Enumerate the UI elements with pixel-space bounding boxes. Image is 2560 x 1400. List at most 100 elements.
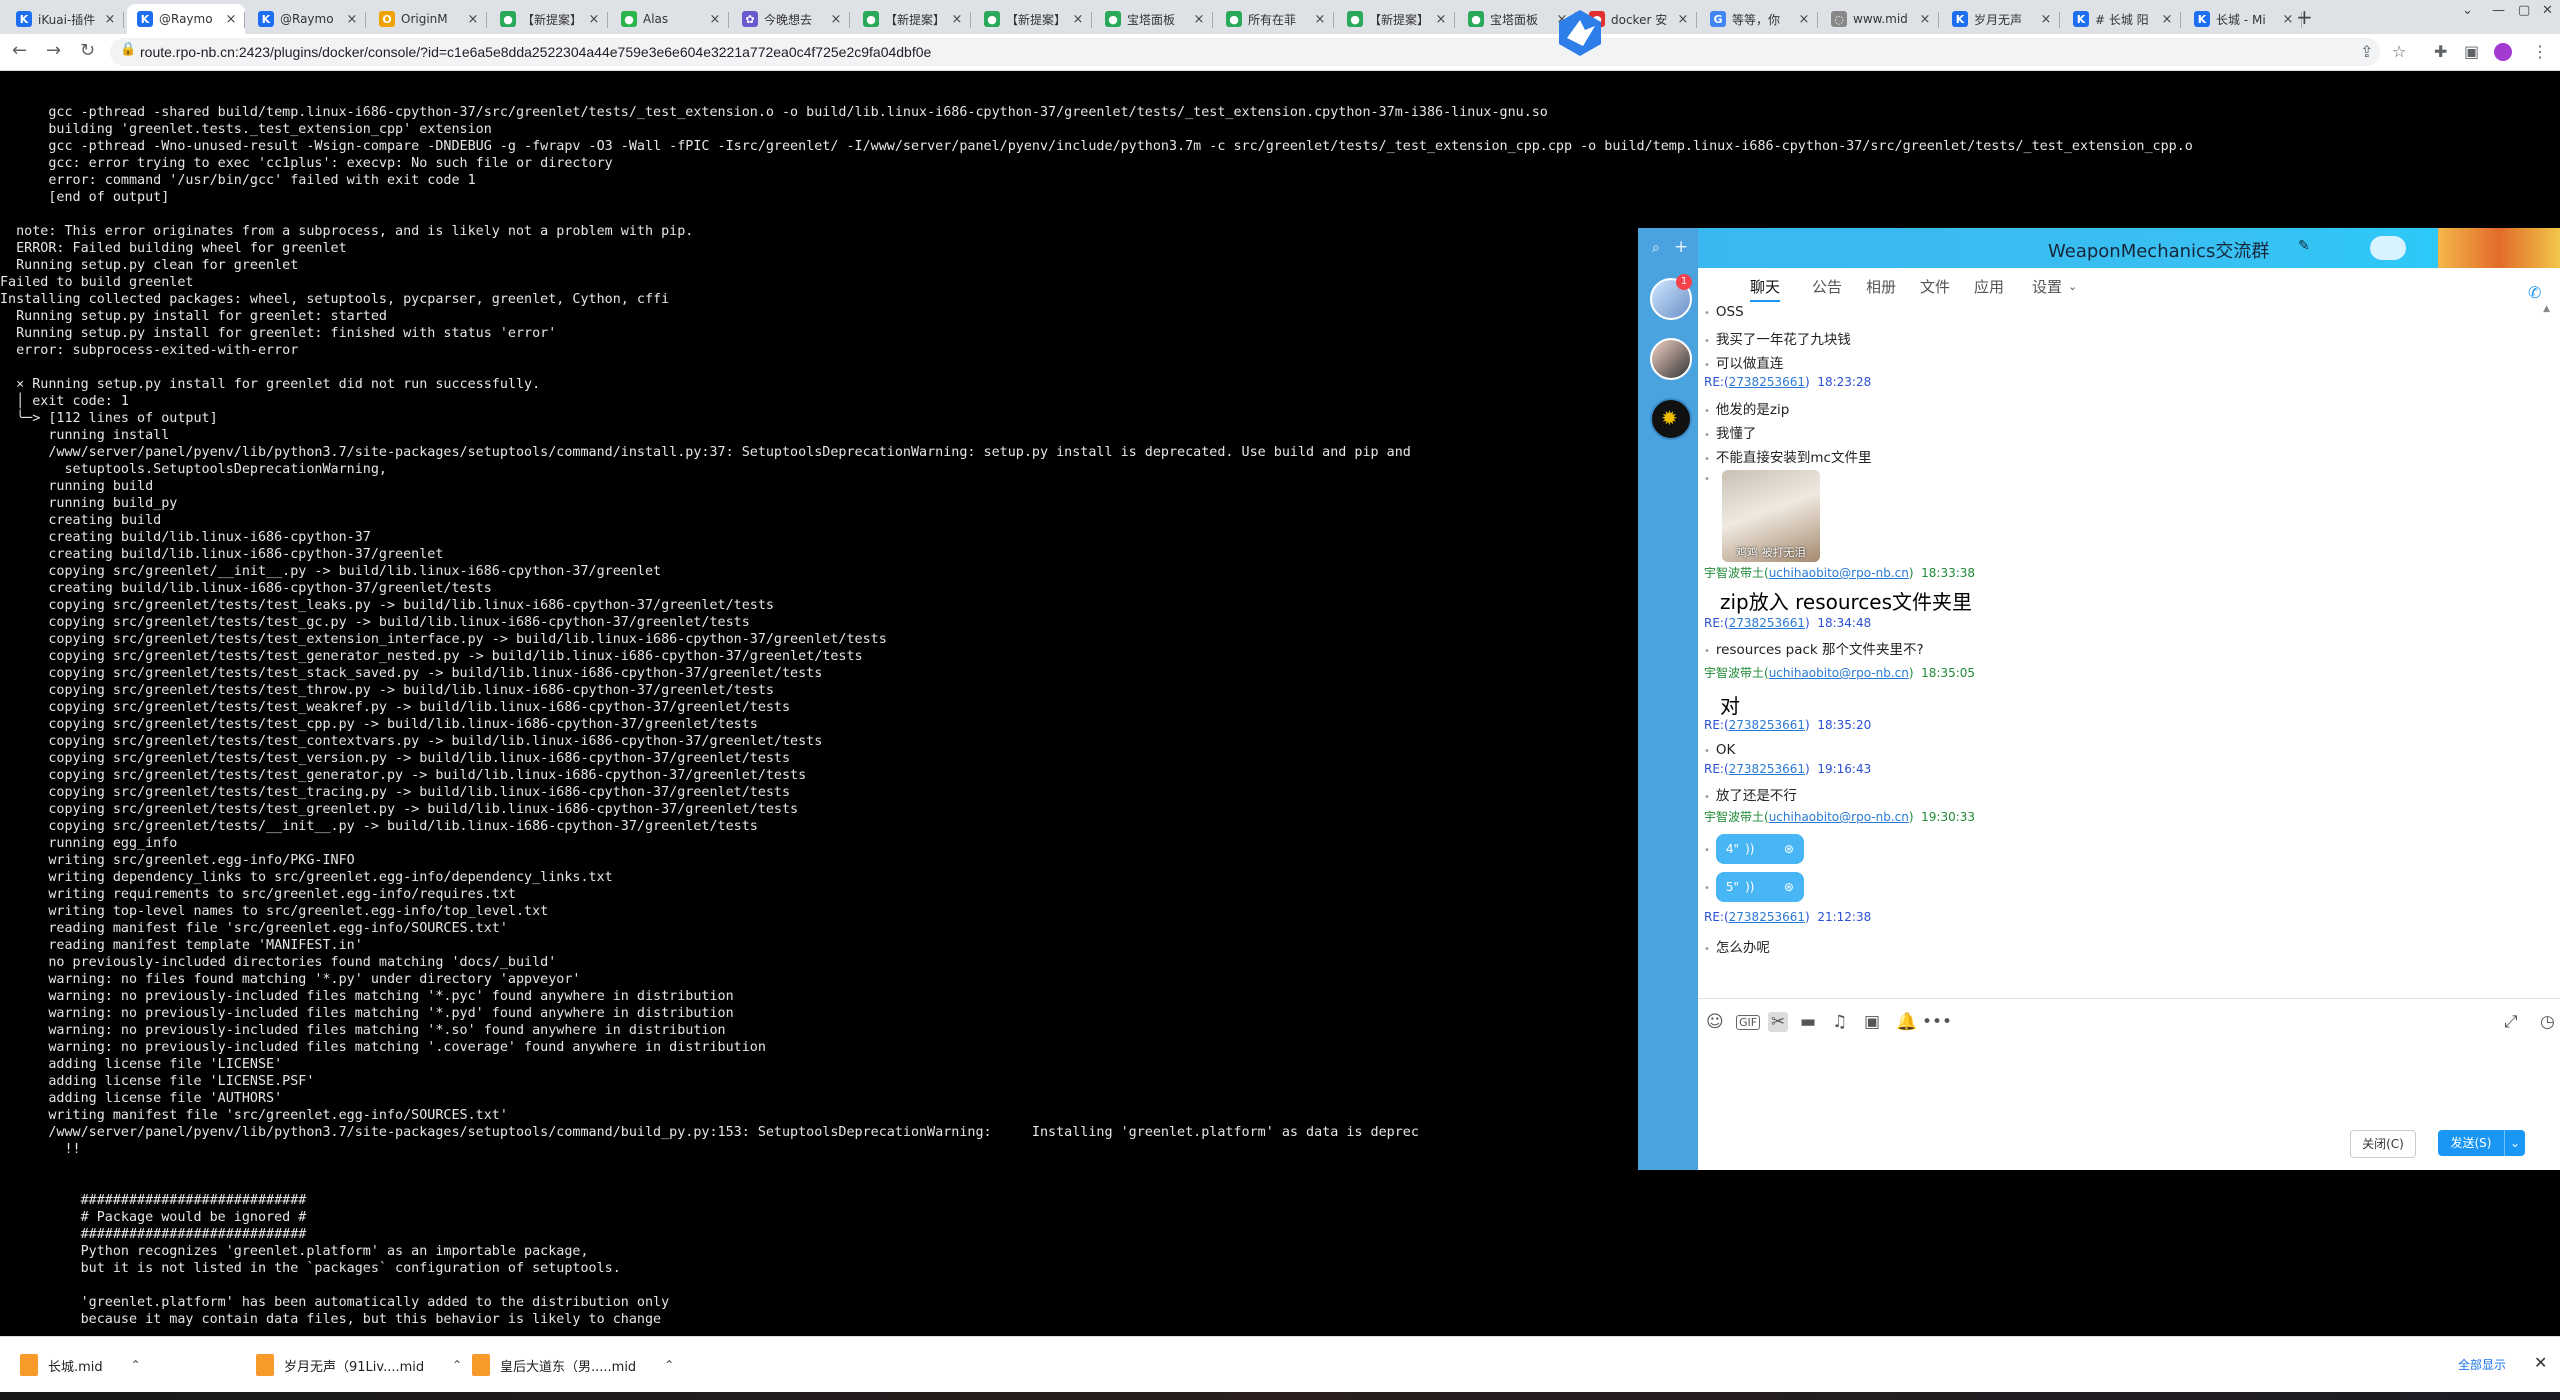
extensions-icon[interactable]: ✚ <box>2434 42 2447 61</box>
profile-avatar[interactable] <box>2494 43 2512 61</box>
history-clock-icon[interactable]: ◷ <box>2540 1012 2555 1032</box>
sender-id[interactable]: 2738253661 <box>1729 718 1805 732</box>
sender-name[interactable]: RE: <box>1704 375 1724 389</box>
contact-avatar[interactable]: ✹ <box>1650 398 1692 440</box>
chat-tab[interactable]: 相册 <box>1866 276 1896 297</box>
group-title[interactable]: WeaponMechanics交流群 <box>2048 237 2269 263</box>
tab-close-icon[interactable]: × <box>2038 12 2054 27</box>
tab-close-icon[interactable]: × <box>102 12 118 27</box>
bookmark-star-icon[interactable]: ☆ <box>2392 42 2406 61</box>
browser-tab[interactable]: ✿ 今晚想去 × <box>732 4 850 34</box>
tab-close-icon[interactable]: × <box>1312 12 1328 27</box>
minimize-icon[interactable]: — <box>2492 3 2505 18</box>
chat-tab[interactable]: 文件 <box>1920 276 1950 297</box>
browser-tab[interactable]: ● 【新提案】 × <box>490 4 608 34</box>
scroll-up-icon[interactable]: ▲ <box>2543 304 2550 314</box>
address-bar[interactable]: 🔒 route.rpo-nb.cn:2423/plugins/docker/co… <box>110 38 2380 66</box>
sender-id[interactable]: 2738253661 <box>1729 910 1805 924</box>
sender-id[interactable]: 2738253661 <box>1729 375 1805 389</box>
send-button[interactable]: 发送(S) <box>2438 1130 2504 1156</box>
close-button[interactable]: 关闭(C) <box>2350 1130 2416 1158</box>
gif-icon[interactable]: GIF <box>1736 1015 1761 1030</box>
browser-tab[interactable]: O OriginM × <box>369 4 487 34</box>
browser-tab[interactable]: ● 【新提案】 × <box>974 4 1092 34</box>
download-item[interactable]: 岁月无声（91Liv....mid ⌃ <box>256 1353 462 1377</box>
browser-tab[interactable]: ◌ www.mid × <box>1821 4 1939 34</box>
download-item[interactable]: 皇后大道东（男.....mid ⌃ <box>472 1353 674 1377</box>
share-icon[interactable]: ⇪ <box>2360 42 2373 61</box>
expand-icon[interactable]: ⤢ <box>2504 1012 2518 1032</box>
scissors-icon[interactable]: ✂ <box>1768 1012 1789 1032</box>
sender-name[interactable]: RE: <box>1704 616 1724 630</box>
chevron-up-icon[interactable]: ⌃ <box>452 1358 462 1372</box>
bell-icon[interactable]: 🔔 <box>1896 1012 1917 1032</box>
browser-tab[interactable]: K 岁月无声 × <box>1942 4 2060 34</box>
show-all-downloads-link[interactable]: 全部显示 <box>2458 1356 2506 1373</box>
settings-chevron-icon[interactable]: ⌄ <box>2068 280 2077 293</box>
tab-close-icon[interactable]: × <box>465 12 481 27</box>
chevron-up-icon[interactable]: ⌃ <box>131 1358 141 1372</box>
voice-bubble[interactable]: 5")) ⊛ <box>1715 872 1804 902</box>
download-item[interactable]: 长城.mid ⌃ <box>20 1353 141 1377</box>
tab-close-icon[interactable]: × <box>949 12 965 27</box>
tab-close-icon[interactable]: × <box>1191 12 1207 27</box>
group-chat-window[interactable]: ⌕ + 1 ✹ WeaponMechanics交流群 ✎ 聊天 公告 相册 文件 应用 设… <box>1638 228 2560 1170</box>
tab-close-icon[interactable]: × <box>1433 12 1449 27</box>
search-icon[interactable]: ⌕ <box>1652 240 1660 256</box>
sender-name[interactable]: RE: <box>1704 718 1724 732</box>
browser-tab[interactable]: K 长城 - Mi × <box>2184 4 2302 34</box>
browser-tab[interactable]: ● 【新提案】 × <box>1337 4 1455 34</box>
voice-bubble[interactable]: 4")) ⊛ <box>1715 834 1804 864</box>
browser-tab[interactable]: ● 【新提案】 × <box>853 4 971 34</box>
browser-tab[interactable]: G 等等，你 × <box>1700 4 1818 34</box>
address-url[interactable]: route.rpo-nb.cn:2423/plugins/docker/cons… <box>140 44 931 60</box>
tab-close-icon[interactable]: × <box>223 12 239 27</box>
browser-tab[interactable]: K # 长城 阳 × <box>2063 4 2181 34</box>
new-tab-button[interactable]: + <box>2296 5 2313 29</box>
tab-close-icon[interactable]: × <box>707 12 723 27</box>
tab-close-icon[interactable]: × <box>2280 12 2296 27</box>
tab-close-icon[interactable]: × <box>828 12 844 27</box>
chat-tab[interactable]: 聊天 <box>1750 276 1781 302</box>
browser-tab[interactable]: KiKuai-插件 × <box>6 4 124 34</box>
forward-icon[interactable]: → <box>46 40 61 61</box>
sender-id[interactable]: uchihaobito@rpo-nb.cn <box>1769 566 1909 580</box>
sender-name[interactable]: 宇智波带土 <box>1704 566 1764 580</box>
chevron-up-icon[interactable]: ⌃ <box>664 1358 674 1372</box>
message-list[interactable]: • OSS • 我买了一年花了九块钱 • 可以做直连 RE:(2738253661) 18:… <box>1698 304 2550 976</box>
tab-close-icon[interactable]: × <box>344 12 360 27</box>
sender-id[interactable]: uchihaobito@rpo-nb.cn <box>1769 810 1909 824</box>
back-icon[interactable]: ← <box>12 40 27 61</box>
transcribe-icon[interactable]: ⊛ <box>1784 834 1794 864</box>
edit-icon[interactable]: ✎ <box>2298 238 2310 254</box>
tab-close-icon[interactable]: × <box>1675 12 1691 27</box>
contact-avatar[interactable] <box>1650 338 1692 380</box>
emoji-icon[interactable]: ☺ <box>1706 1012 1724 1032</box>
sender-name[interactable]: 宇智波带土 <box>1704 666 1764 680</box>
plus-icon[interactable]: + <box>1674 237 1688 257</box>
music-icon[interactable]: ♫ <box>1832 1012 1847 1032</box>
reload-icon[interactable]: ↻ <box>80 40 95 61</box>
browser-tab[interactable]: ● 宝塔面板 × <box>1095 4 1213 34</box>
transcribe-icon[interactable]: ⊛ <box>1784 872 1794 902</box>
sender-id[interactable]: uchihaobito@rpo-nb.cn <box>1769 666 1909 680</box>
more-icon[interactable]: ••• <box>1922 1012 1952 1032</box>
chat-tab[interactable]: 公告 <box>1812 276 1842 297</box>
close-downloads-icon[interactable]: ✕ <box>2534 1353 2547 1372</box>
menu-dots-icon[interactable]: ⋮ <box>2532 42 2548 61</box>
message-input[interactable] <box>1698 1040 2560 1130</box>
image-icon[interactable]: ▣ <box>1864 1012 1880 1032</box>
sender-name[interactable]: 宇智波带土 <box>1704 810 1764 824</box>
tab-close-icon[interactable]: × <box>2159 12 2175 27</box>
tab-close-icon[interactable]: × <box>1070 12 1086 27</box>
sender-name[interactable]: RE: <box>1704 762 1724 776</box>
tab-close-icon[interactable]: × <box>586 12 602 27</box>
tab-close-icon[interactable]: × <box>1796 12 1812 27</box>
maximize-icon[interactable]: ▢ <box>2518 3 2530 18</box>
sender-id[interactable]: 2738253661 <box>1729 762 1805 776</box>
sidebar-icon[interactable]: ▣ <box>2464 42 2479 61</box>
browser-tab[interactable]: K @Raymo × <box>248 4 366 34</box>
folder-icon[interactable]: ▬ <box>1800 1012 1816 1032</box>
phone-icon[interactable]: ✆ <box>2528 283 2541 302</box>
tab-close-icon[interactable]: × <box>1917 12 1933 27</box>
